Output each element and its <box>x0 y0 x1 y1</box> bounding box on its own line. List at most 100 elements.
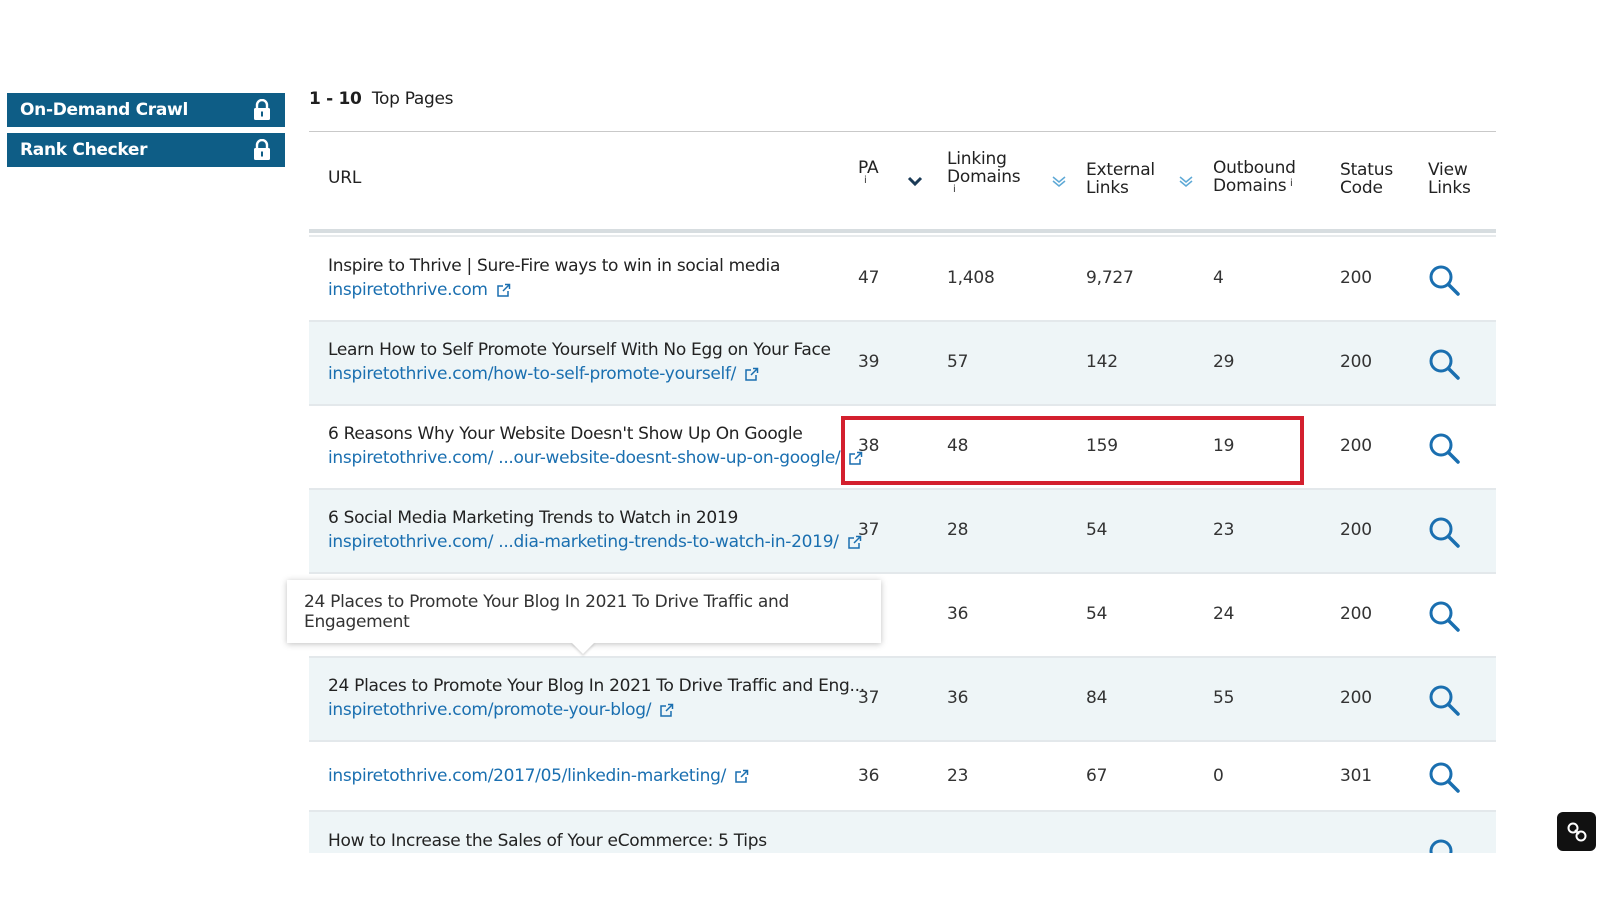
column-header-external-links[interactable]: External Links <box>1086 161 1155 197</box>
page-url-text[interactable]: inspiretothrive.com/2017/05/linkedin-mar… <box>328 766 726 786</box>
column-header-label: Status <box>1340 160 1393 180</box>
linking-domains-value: 36 <box>947 604 969 624</box>
pa-value: 37 <box>858 520 880 540</box>
page-title: 6 Social Media Marketing Trends to Watch… <box>328 508 738 528</box>
results-range: 1 - 10 <box>309 89 362 109</box>
page-title: Inspire to Thrive | Sure-Fire ways to wi… <box>328 256 781 276</box>
page-title: How to Increase the Sales of Your eComme… <box>328 831 767 851</box>
search-icon[interactable] <box>1428 761 1460 793</box>
external-link-icon[interactable] <box>496 283 511 298</box>
highlight-box <box>841 416 1304 485</box>
header-divider <box>309 229 1496 233</box>
page-url-text[interactable]: inspiretothrive.com/ ...dia-marketing-tr… <box>328 532 839 552</box>
status-code-value: 200 <box>1340 352 1372 372</box>
info-icon[interactable]: i <box>953 185 1020 195</box>
external-link-icon[interactable] <box>734 769 749 784</box>
column-header-label: PA <box>858 158 879 178</box>
page-url-text[interactable]: inspiretothrive.com/ ...our-website-does… <box>328 448 841 468</box>
status-code-value: 301 <box>1340 766 1372 786</box>
top-pages-table: URL PA i Linking Domains i External Link… <box>309 131 1496 853</box>
column-header-label: Domains <box>947 167 1021 187</box>
page-url-text[interactable]: inspiretothrive.com/how-to-self-promote-… <box>328 364 736 384</box>
page-url-text[interactable]: inspiretothrive.com <box>328 280 488 300</box>
search-icon[interactable] <box>1428 838 1460 853</box>
page-url-link[interactable]: inspiretothrive.com/ ...our-website-does… <box>328 448 863 468</box>
tooltip-arrow <box>571 642 595 654</box>
column-header-outbound-domains[interactable]: Outbound Domains <box>1213 159 1296 195</box>
page-url-text[interactable]: inspiretothrive.com/promote-your-blog/ <box>328 700 651 720</box>
outbound-domains-value: 23 <box>1213 520 1235 540</box>
outbound-domains-value: 0 <box>1213 766 1224 786</box>
sort-chevron-icon[interactable] <box>1050 175 1068 187</box>
search-icon[interactable] <box>1428 516 1460 548</box>
column-header-label: Outbound <box>1213 158 1296 178</box>
linking-domains-value: 57 <box>947 352 969 372</box>
external-link-icon[interactable] <box>659 703 674 718</box>
page-url-link[interactable]: inspiretothrive.com <box>328 280 511 300</box>
page-title: 6 Reasons Why Your Website Doesn't Show … <box>328 424 803 444</box>
page-url-link[interactable]: inspiretothrive.com/ ...dia-marketing-tr… <box>328 532 862 552</box>
linking-domains-value: 36 <box>947 688 969 708</box>
sort-chevron-icon[interactable] <box>1177 175 1195 187</box>
outbound-domains-value: 29 <box>1213 352 1235 372</box>
search-icon[interactable] <box>1428 600 1460 632</box>
pa-value: 37 <box>858 688 880 708</box>
pa-value: 47 <box>858 268 880 288</box>
page-url-link[interactable]: inspiretothrive.com/how-to-self-promote-… <box>328 364 759 384</box>
outbound-domains-value: 4 <box>1213 268 1224 288</box>
external-link-icon[interactable] <box>744 367 759 382</box>
column-header-label: Domains <box>1213 176 1287 196</box>
table-row: Learn How to Self Promote Yourself With … <box>309 322 1496 406</box>
sidebar-item-label: On-Demand Crawl <box>20 100 188 120</box>
external-links-value: 54 <box>1086 520 1108 540</box>
sidebar-item-rank-checker[interactable]: Rank Checker <box>7 133 285 167</box>
column-header-view-links: View Links <box>1428 161 1471 197</box>
results-label: Top Pages <box>371 89 454 109</box>
external-links-value: 9,727 <box>1086 268 1134 288</box>
link-tool-button[interactable] <box>1557 812 1596 851</box>
search-icon[interactable] <box>1428 432 1460 464</box>
column-header-pa[interactable]: PA i <box>858 158 879 186</box>
column-header-linking-domains[interactable]: Linking Domains i <box>947 149 1021 195</box>
pa-value: 39 <box>858 352 880 372</box>
search-icon[interactable] <box>1428 684 1460 716</box>
external-links-value: 142 <box>1086 352 1118 372</box>
column-header-label: Links <box>1086 178 1129 198</box>
page-url-link[interactable]: inspiretothrive.com/promote-your-blog/ <box>328 700 674 720</box>
column-header-label: View <box>1428 160 1468 180</box>
column-header-label: External <box>1086 160 1155 180</box>
lock-icon <box>254 139 270 160</box>
column-header-status-code: Status Code <box>1340 161 1393 197</box>
linking-domains-value: 1,408 <box>947 268 995 288</box>
status-code-value: 200 <box>1340 520 1372 540</box>
page-title: 24 Places to Promote Your Blog In 2021 T… <box>328 676 865 696</box>
outbound-domains-value: 55 <box>1213 688 1235 708</box>
results-count: 1 - 10 Top Pages <box>309 89 454 109</box>
page-url-link[interactable]: inspiretothrive.com/2017/05/linkedin-mar… <box>328 766 749 786</box>
info-icon[interactable]: i <box>1290 178 1293 189</box>
status-code-value: 200 <box>1340 268 1372 288</box>
table-row: 6 Social Media Marketing Trends to Watch… <box>309 490 1496 574</box>
table-row: inspiretothrive.com/2017/05/linkedin-mar… <box>309 742 1496 812</box>
linking-domains-value: 23 <box>947 766 969 786</box>
table-row: 24 Places to Promote Your Blog In 2021 T… <box>309 658 1496 742</box>
search-icon[interactable] <box>1428 348 1460 380</box>
table-header: URL PA i Linking Domains i External Link… <box>309 132 1496 229</box>
status-code-value: 200 <box>1340 688 1372 708</box>
status-code-value: 200 <box>1340 604 1372 624</box>
column-header-url[interactable]: URL <box>328 169 361 187</box>
pa-value: 36 <box>858 766 880 786</box>
header-divider <box>309 235 1496 237</box>
linking-domains-value: 28 <box>947 520 969 540</box>
external-links-value: 54 <box>1086 604 1108 624</box>
column-header-label: Code <box>1340 178 1383 198</box>
column-header-label: Links <box>1428 178 1471 198</box>
external-links-value: 67 <box>1086 766 1108 786</box>
info-icon[interactable]: i <box>864 176 878 186</box>
sidebar-item-on-demand-crawl[interactable]: On-Demand Crawl <box>7 93 285 127</box>
column-header-label: Linking <box>947 149 1007 169</box>
sidebar-item-label: Rank Checker <box>20 140 148 160</box>
sort-desc-chevron-icon[interactable] <box>906 175 924 187</box>
tooltip-text: 24 Places to Promote Your Blog In 2021 T… <box>304 591 790 632</box>
search-icon[interactable] <box>1428 264 1460 296</box>
